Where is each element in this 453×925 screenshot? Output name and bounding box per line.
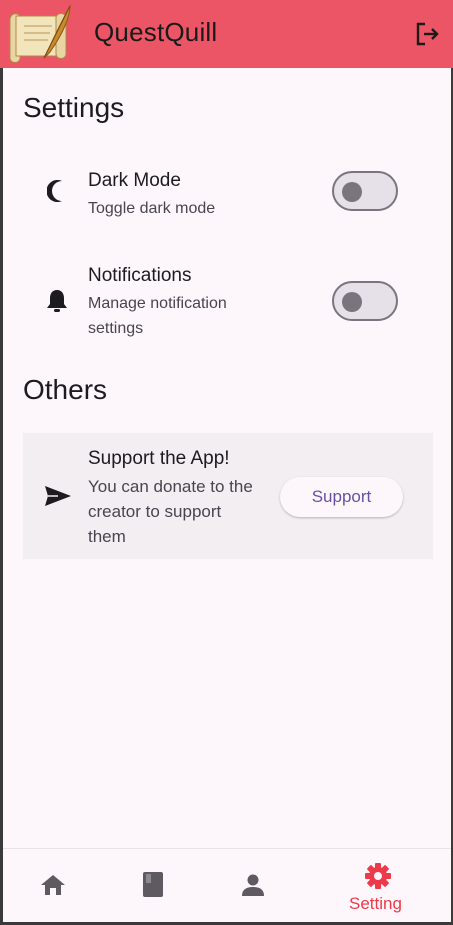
notifications-subtitle-line2: settings <box>88 320 144 337</box>
support-title: Support the App! <box>88 448 230 469</box>
dark-mode-title: Dark Mode <box>88 170 181 191</box>
support-line3: them <box>88 527 126 546</box>
support-button[interactable]: Support <box>280 477 403 517</box>
support-line1: You can donate to the <box>88 477 253 496</box>
dark-mode-toggle[interactable] <box>332 171 398 211</box>
moon-icon <box>47 180 62 202</box>
book-icon[interactable] <box>142 871 164 898</box>
logout-icon[interactable] <box>413 20 441 48</box>
toggle-knob <box>342 292 362 312</box>
gear-icon[interactable] <box>365 863 391 889</box>
notifications-toggle[interactable] <box>332 281 398 321</box>
quill-scroll-logo <box>9 4 71 63</box>
nav-label-setting[interactable]: Setting <box>349 894 402 914</box>
app-title: QuestQuill <box>94 17 218 47</box>
notifications-title: Notifications <box>88 265 192 286</box>
support-line2: creator to support <box>88 502 222 521</box>
screen-frame-left <box>0 0 3 925</box>
home-icon[interactable] <box>40 873 66 897</box>
toggle-knob <box>342 182 362 202</box>
bottom-navigation: Setting <box>3 848 451 922</box>
notifications-subtitle-line1: Manage notification <box>88 295 227 312</box>
others-heading: Others <box>23 374 108 405</box>
person-icon[interactable] <box>241 873 265 897</box>
settings-heading: Settings <box>23 92 125 123</box>
app-bar: QuestQuill <box>0 0 453 68</box>
dark-mode-row[interactable]: Dark Mode Toggle dark mode <box>0 160 453 240</box>
dark-mode-subtitle: Toggle dark mode <box>88 200 216 217</box>
notifications-row[interactable]: Notifications Manage notification settin… <box>0 255 453 350</box>
send-icon <box>45 486 71 506</box>
bell-icon <box>47 290 67 312</box>
